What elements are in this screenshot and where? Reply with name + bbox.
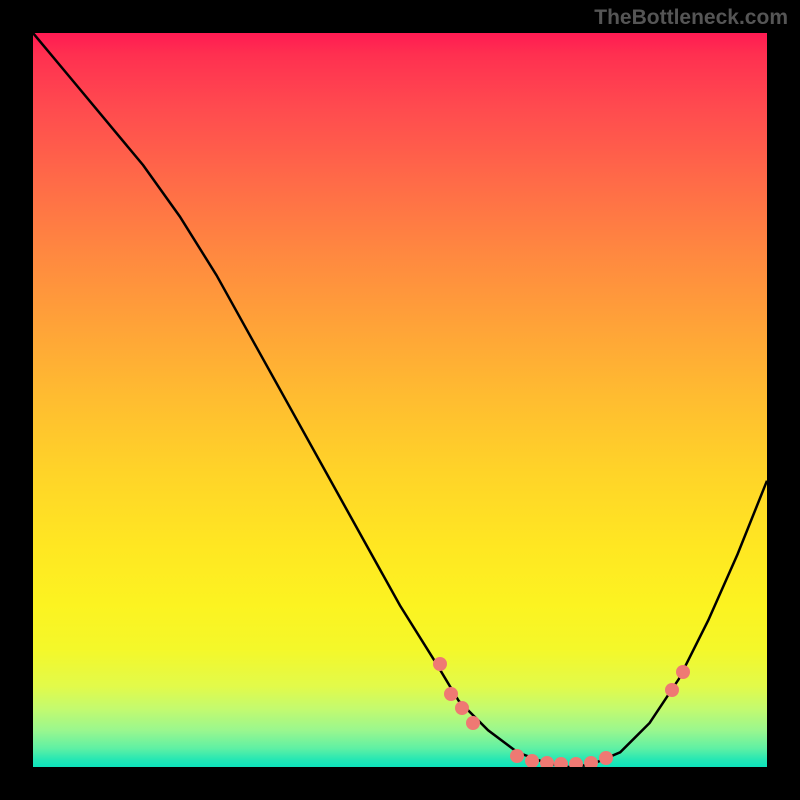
marker-dot	[554, 757, 568, 767]
marker-dot	[599, 751, 613, 765]
marker-dot	[444, 687, 458, 701]
marker-dot	[540, 756, 554, 767]
marker-dot	[433, 657, 447, 671]
plot-area	[33, 33, 767, 767]
marker-dot	[455, 701, 469, 715]
marker-dot	[676, 665, 690, 679]
watermark-text: TheBottleneck.com	[594, 6, 788, 30]
marker-dot	[525, 754, 539, 767]
marker-dot	[510, 749, 524, 763]
marker-dot	[584, 756, 598, 767]
marker-dot	[569, 757, 583, 767]
marker-dot	[665, 683, 679, 697]
marker-dots-layer	[33, 33, 767, 767]
marker-dot	[466, 716, 480, 730]
